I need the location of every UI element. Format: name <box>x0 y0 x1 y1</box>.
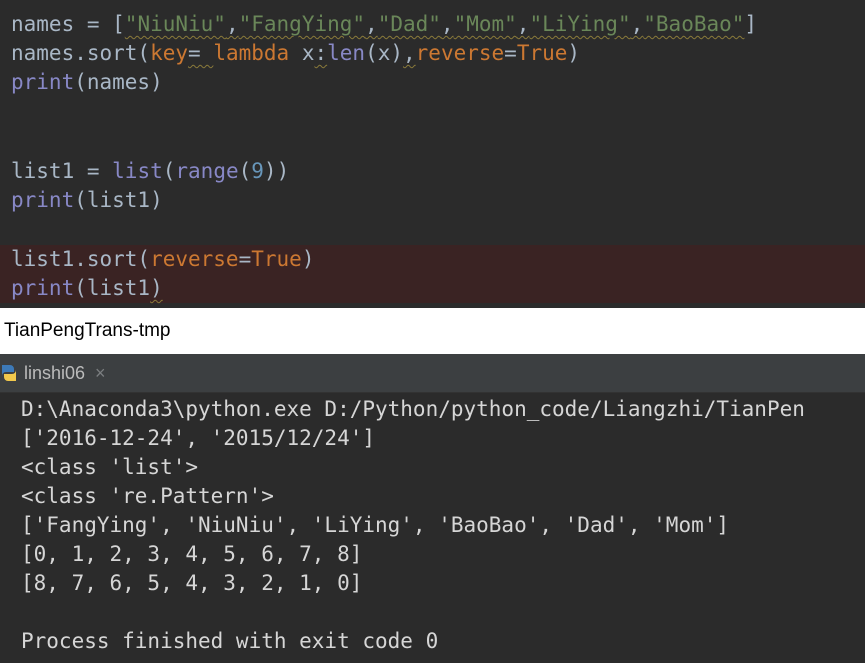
code-editor[interactable]: names = ["NiuNiu","FangYing","Dad","Mom"… <box>0 0 865 308</box>
code-keyword-arg: reverse <box>415 41 505 65</box>
code-token: , <box>440 12 454 36</box>
code-token: , <box>630 12 644 36</box>
code-builtin: range <box>175 159 239 183</box>
console-line: <class 'list'> <box>21 455 199 479</box>
console-line: <class 're.Pattern'> <box>21 484 274 508</box>
code-line-7[interactable]: print(list1) <box>0 274 865 303</box>
code-token: , <box>225 12 239 36</box>
code-keyword: True <box>516 41 568 65</box>
code-token: ( <box>162 159 176 183</box>
code-builtin: print <box>11 276 75 300</box>
code-token: ) <box>567 41 581 65</box>
code-keyword-arg: key <box>150 41 189 65</box>
code-token: x <box>289 41 315 65</box>
code-builtin: print <box>11 70 75 94</box>
python-icon <box>2 365 16 381</box>
code-token: = <box>504 41 517 65</box>
code-string: "Dad" <box>377 12 441 36</box>
code-token: ] <box>744 12 758 36</box>
console-line: D:\Anaconda3\python.exe D:/Python/python… <box>21 397 805 421</box>
code-token: ) <box>150 276 163 300</box>
code-token: names <box>11 12 75 36</box>
code-line-5[interactable]: print(list1) <box>11 186 163 215</box>
code-keyword: lambda <box>213 41 290 65</box>
code-token: ) <box>301 247 315 271</box>
console-line: ['2016-12-24', '2015/12/24'] <box>21 426 376 450</box>
code-token: list1.sort( <box>11 247 151 271</box>
code-line-2[interactable]: names.sort(key= lambda x:len(x),reverse=… <box>11 39 580 68</box>
code-token: (list1 <box>74 276 151 300</box>
code-keyword-arg: reverse <box>150 247 239 271</box>
code-token: (list1) <box>74 188 163 212</box>
code-string: "NiuNiu" <box>124 12 226 36</box>
code-string: "LiYing" <box>529 12 631 36</box>
code-token: : <box>314 41 328 65</box>
code-line-4[interactable]: list1 = list(range(9)) <box>11 157 289 186</box>
code-token: list1 = <box>11 159 113 183</box>
code-token: ( <box>238 159 252 183</box>
window-title-bar[interactable]: TianPengTrans-tmp <box>0 308 865 354</box>
code-string: "Mom" <box>453 12 517 36</box>
code-line-1[interactable]: names = ["NiuNiu","FangYing","Dad","Mom"… <box>11 10 757 39</box>
code-builtin: len <box>327 41 366 65</box>
code-token: = <box>188 41 214 65</box>
window-title: TianPengTrans-tmp <box>4 320 171 341</box>
run-tab-bar: linshi06 × <box>0 354 865 393</box>
code-token: , <box>516 12 530 36</box>
code-string: "BaoBao" <box>643 12 745 36</box>
code-line-3[interactable]: print(names) <box>11 68 163 97</box>
code-number: 9 <box>251 159 264 183</box>
console-line: Process finished with exit code 0 <box>21 629 439 653</box>
run-console-output[interactable]: D:\Anaconda3\python.exe D:/Python/python… <box>0 393 865 663</box>
code-token: = <box>238 247 252 271</box>
code-token: = [ <box>74 12 125 36</box>
run-tab-label: linshi06 <box>24 362 86 383</box>
close-icon[interactable]: × <box>95 363 106 384</box>
code-token: , <box>365 12 378 36</box>
console-line: [8, 7, 6, 5, 4, 3, 2, 1, 0] <box>21 571 363 595</box>
code-string: "FangYing" <box>238 12 366 36</box>
console-line: [0, 1, 2, 3, 4, 5, 6, 7, 8] <box>21 542 363 566</box>
code-token: names.sort( <box>11 41 151 65</box>
code-token: )) <box>263 159 290 183</box>
code-builtin: print <box>11 188 75 212</box>
code-token: (x) <box>365 41 403 65</box>
run-tab-linshi06[interactable]: linshi06 × <box>0 354 128 392</box>
code-token: (names) <box>74 70 163 94</box>
console-line: ['FangYing', 'NiuNiu', 'LiYing', 'BaoBao… <box>21 513 730 537</box>
code-keyword: True <box>251 247 302 271</box>
code-line-6[interactable]: list1.sort(reverse=True) <box>0 245 865 274</box>
code-token: , <box>403 41 416 65</box>
code-builtin: list <box>112 159 163 183</box>
